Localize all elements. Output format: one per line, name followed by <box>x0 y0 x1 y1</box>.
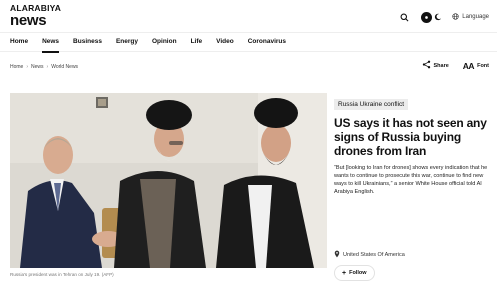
plus-icon: + <box>342 269 347 277</box>
globe-icon <box>452 12 459 22</box>
moon-icon <box>434 8 442 26</box>
article-header: Russia Ukraine conflict US says it has n… <box>334 93 494 197</box>
breadcrumb-world-news[interactable]: World News <box>51 64 78 70</box>
breadcrumb-row: Home › News › World News Share AA Font <box>0 56 497 78</box>
site-header: ALARABIYA news Language <box>0 0 497 32</box>
logo-bottom-text: news <box>10 11 47 29</box>
location-tag[interactable]: United States Of America <box>334 250 405 260</box>
article-hero-image <box>10 93 327 268</box>
topic-tag[interactable]: Russia Ukraine conflict <box>334 99 409 110</box>
location-label: United States Of America <box>343 252 405 258</box>
share-button[interactable]: Share <box>422 60 449 71</box>
language-selector[interactable]: Language <box>452 12 489 22</box>
location-pin-icon <box>334 250 340 260</box>
nav-item-home[interactable]: Home <box>10 32 28 52</box>
share-label: Share <box>433 62 449 69</box>
chevron-right-icon: › <box>46 64 49 70</box>
nav-item-life[interactable]: Life <box>191 32 203 52</box>
breadcrumb-news[interactable]: News <box>31 64 44 70</box>
language-label: Language <box>462 14 489 20</box>
nav-item-opinion[interactable]: Opinion <box>152 32 177 52</box>
image-caption: Russia's president was in Tehran on July… <box>10 272 114 277</box>
sun-icon <box>421 11 433 23</box>
font-size-icon: AA <box>462 60 475 71</box>
theme-toggle[interactable] <box>421 8 442 26</box>
breadcrumb: Home › News › World News <box>10 64 78 70</box>
nav-item-business[interactable]: Business <box>73 32 102 52</box>
main-nav: Home News Business Energy Opinion Life V… <box>0 32 497 53</box>
header-actions: Language <box>397 8 489 26</box>
chevron-right-icon: › <box>26 64 29 70</box>
share-icon <box>422 60 431 71</box>
nav-item-news[interactable]: News <box>42 32 59 53</box>
nav-item-energy[interactable]: Energy <box>116 32 138 52</box>
site-logo[interactable]: ALARABIYA news <box>10 4 61 28</box>
article-tools: Share AA Font <box>422 60 489 71</box>
search-icon[interactable] <box>397 10 411 24</box>
article-headline: US says it has not seen any signs of Rus… <box>334 116 487 159</box>
article-summary: “But [looking to Iran for drones] shows … <box>334 165 488 196</box>
nav-item-coronavirus[interactable]: Coronavirus <box>248 32 286 52</box>
follow-button[interactable]: + Follow <box>334 265 375 281</box>
font-size-button[interactable]: AA Font <box>463 61 489 71</box>
font-label: Font <box>477 62 489 69</box>
follow-label: Follow <box>349 270 367 276</box>
nav-item-video[interactable]: Video <box>216 32 234 52</box>
hero-photo-illustration <box>10 93 327 268</box>
breadcrumb-home[interactable]: Home <box>10 64 23 70</box>
